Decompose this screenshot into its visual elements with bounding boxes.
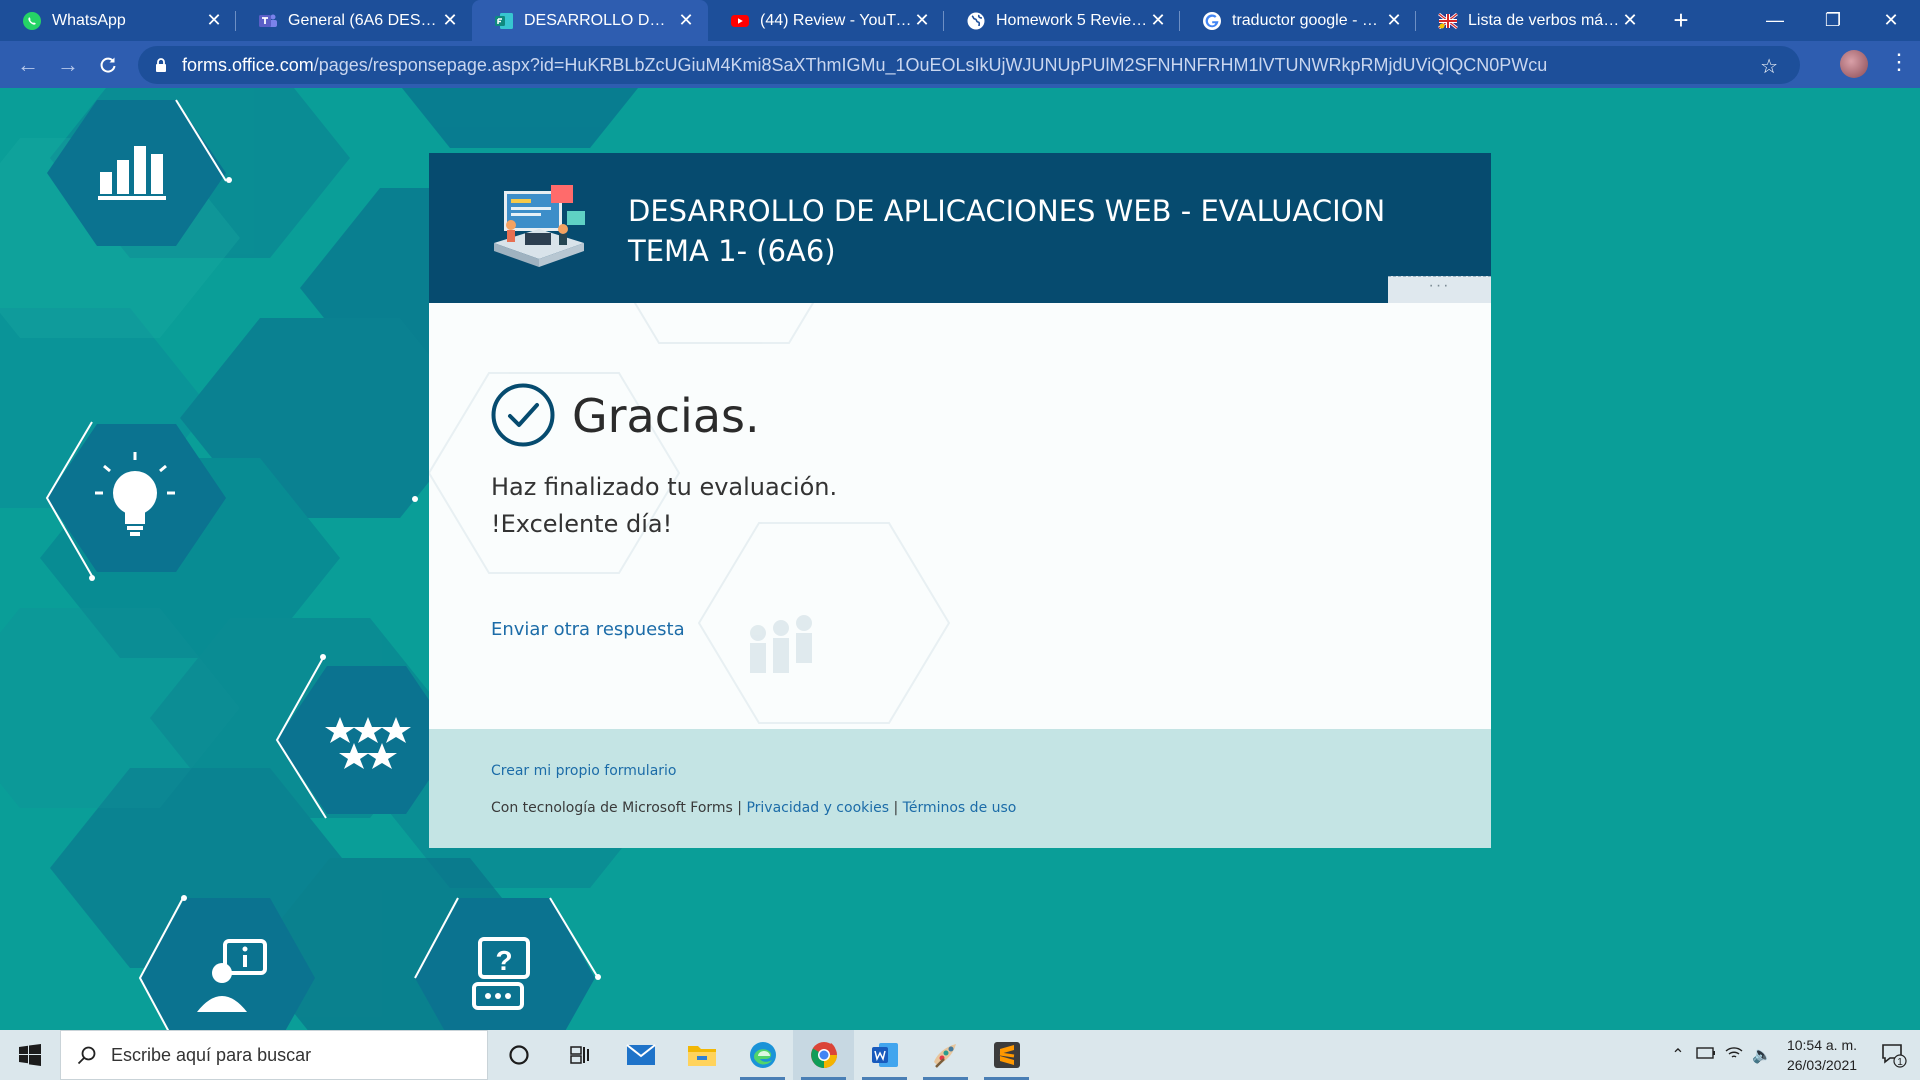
flag-icon [1438,11,1458,31]
svg-text:?: ? [495,945,512,976]
windows-start-icon[interactable] [0,1030,60,1080]
reload-icon[interactable] [88,45,128,85]
terms-of-use-link[interactable]: Términos de uso [903,800,1017,816]
word-icon[interactable] [854,1030,915,1080]
taskbar-search-box[interactable]: Escribe aquí para buscar [60,1030,488,1080]
close-tab-icon[interactable]: ✕ [440,10,460,31]
form-card: DESARROLLO DE APLICACIONES WEB - EVALUAC… [429,153,1491,848]
whatsapp-icon [22,11,42,31]
cortana-icon[interactable] [488,1030,549,1080]
close-tab-icon[interactable]: ✕ [1620,10,1640,31]
submit-another-response-link[interactable]: Enviar otra respuesta [491,619,685,640]
clock-time: 10:54 a. m. [1786,1037,1858,1053]
message-line: Haz finalizado tu evaluación. [491,473,838,501]
file-explorer-icon[interactable] [671,1030,732,1080]
tab-title: Lista de verbos más importantes [1468,11,1620,29]
forms-page: ? DESARROLLO DE APLICACIONES WEB - EVALU… [0,88,1920,1030]
windows-taskbar: Escribe aquí para buscar ⌃ 🔈 10:54 a. m. [0,1030,1920,1080]
forward-icon[interactable]: → [48,45,88,85]
more-menu-icon[interactable]: ⋮ [1888,49,1910,75]
system-tray: ⌃ 🔈 10:54 a. m. 26/03/2021 1 [1664,1030,1920,1080]
notification-center-icon[interactable]: 1 [1868,1042,1920,1068]
window-controls: — ❐ ✕ [1746,0,1920,41]
separator: | [889,800,903,816]
close-tab-icon[interactable]: ✕ [912,10,932,31]
clock-date: 26/03/2021 [1786,1057,1858,1073]
message-line: !Excelente día! [491,510,673,538]
forms-icon [494,11,514,31]
notification-count: 1 [1897,1057,1903,1068]
close-tab-icon[interactable]: ✕ [204,10,224,31]
tab-teams-general[interactable]: General (6A6 DESARROLLO ✕ [236,0,472,41]
confirmation-panel: Gracias. Haz finalizado tu evaluación. !… [429,303,1491,729]
tab-homework-pdf[interactable]: Homework 5 Review.pdf ✕ [944,0,1180,41]
url-text: forms.office.com/pages/responsepage.aspx… [182,55,1800,76]
wifi-icon[interactable] [1720,1046,1748,1065]
form-title: DESARROLLO DE APLICACIONES WEB - EVALUAC… [628,194,1386,268]
url-path: /pages/responsepage.aspx?id=HuKRBLbZcUGi… [313,54,1548,75]
close-window-icon[interactable]: ✕ [1862,0,1920,41]
google-icon [1202,11,1222,31]
chevron-up-icon[interactable]: ⌃ [1664,1045,1692,1065]
workspace-illustration [494,185,585,267]
tab-title: traductor google - Buscar [1232,11,1384,29]
legal-line: Con tecnología de Microsoft Forms | Priv… [491,800,1016,816]
new-tab-button[interactable]: + [1658,0,1704,41]
tab-title: Homework 5 Review.pdf [996,11,1148,29]
paint-icon[interactable] [915,1030,976,1080]
thanks-heading: Gracias. [572,389,760,443]
minimize-icon[interactable]: — [1746,0,1804,41]
chrome-icon[interactable] [793,1030,854,1080]
close-tab-icon[interactable]: ✕ [1384,10,1404,31]
tab-strip: WhatsApp ✕ General (6A6 DESARROLLO ✕ DES… [0,0,1920,41]
back-icon[interactable]: ← [8,45,48,85]
tab-verbos[interactable]: Lista de verbos más importantes ✕ [1416,0,1652,41]
globe-icon [966,11,986,31]
create-own-form-link[interactable]: Crear mi propio formulario [491,763,677,779]
tab-title: DESARROLLO DE APLICACIONES [524,11,676,29]
completion-message: Haz finalizado tu evaluación. !Excelente… [491,469,837,543]
tab-google-search[interactable]: traductor google - Buscar ✕ [1180,0,1416,41]
task-view-icon[interactable] [549,1030,610,1080]
bookmark-star-icon[interactable]: ☆ [1760,54,1778,79]
profile-avatar[interactable] [1840,50,1868,78]
tab-forms-active[interactable]: DESARROLLO DE APLICACIONES ✕ [472,0,708,41]
taskbar-clock[interactable]: 10:54 a. m. 26/03/2021 [1776,1035,1868,1075]
browser-toolbar: ← → forms.office.com/pages/responsepage.… [0,41,1920,88]
battery-icon[interactable] [1692,1046,1720,1064]
lock-icon [152,57,170,73]
address-bar[interactable]: forms.office.com/pages/responsepage.aspx… [138,46,1800,84]
more-options-button[interactable]: ··· [1388,276,1491,303]
tab-whatsapp[interactable]: WhatsApp ✕ [0,0,236,41]
powered-by-text: Con tecnología de Microsoft Forms [491,800,733,816]
teams-icon [258,11,278,31]
close-tab-icon[interactable]: ✕ [1148,10,1168,31]
tab-youtube[interactable]: (44) Review - YouTube ✕ [708,0,944,41]
form-header: DESARROLLO DE APLICACIONES WEB - EVALUAC… [429,153,1491,303]
form-footer: Crear mi propio formulario Con tecnologí… [429,729,1491,848]
tab-title: (44) Review - YouTube [760,11,912,29]
privacy-cookies-link[interactable]: Privacidad y cookies [746,800,889,816]
tab-title: WhatsApp [52,11,126,29]
restore-icon[interactable]: ❐ [1804,0,1862,41]
volume-icon[interactable]: 🔈 [1748,1045,1776,1065]
mail-icon[interactable] [610,1030,671,1080]
edge-icon[interactable] [732,1030,793,1080]
tab-title: General (6A6 DESARROLLO [288,11,440,29]
close-tab-icon[interactable]: ✕ [676,10,696,31]
sublime-text-icon[interactable] [976,1030,1037,1080]
youtube-icon [730,11,750,31]
checkmark-circle-icon [491,383,555,447]
search-placeholder: Escribe aquí para buscar [111,1044,312,1065]
search-icon [77,1046,96,1065]
separator: | [732,800,747,816]
url-host: forms.office.com [182,54,314,75]
